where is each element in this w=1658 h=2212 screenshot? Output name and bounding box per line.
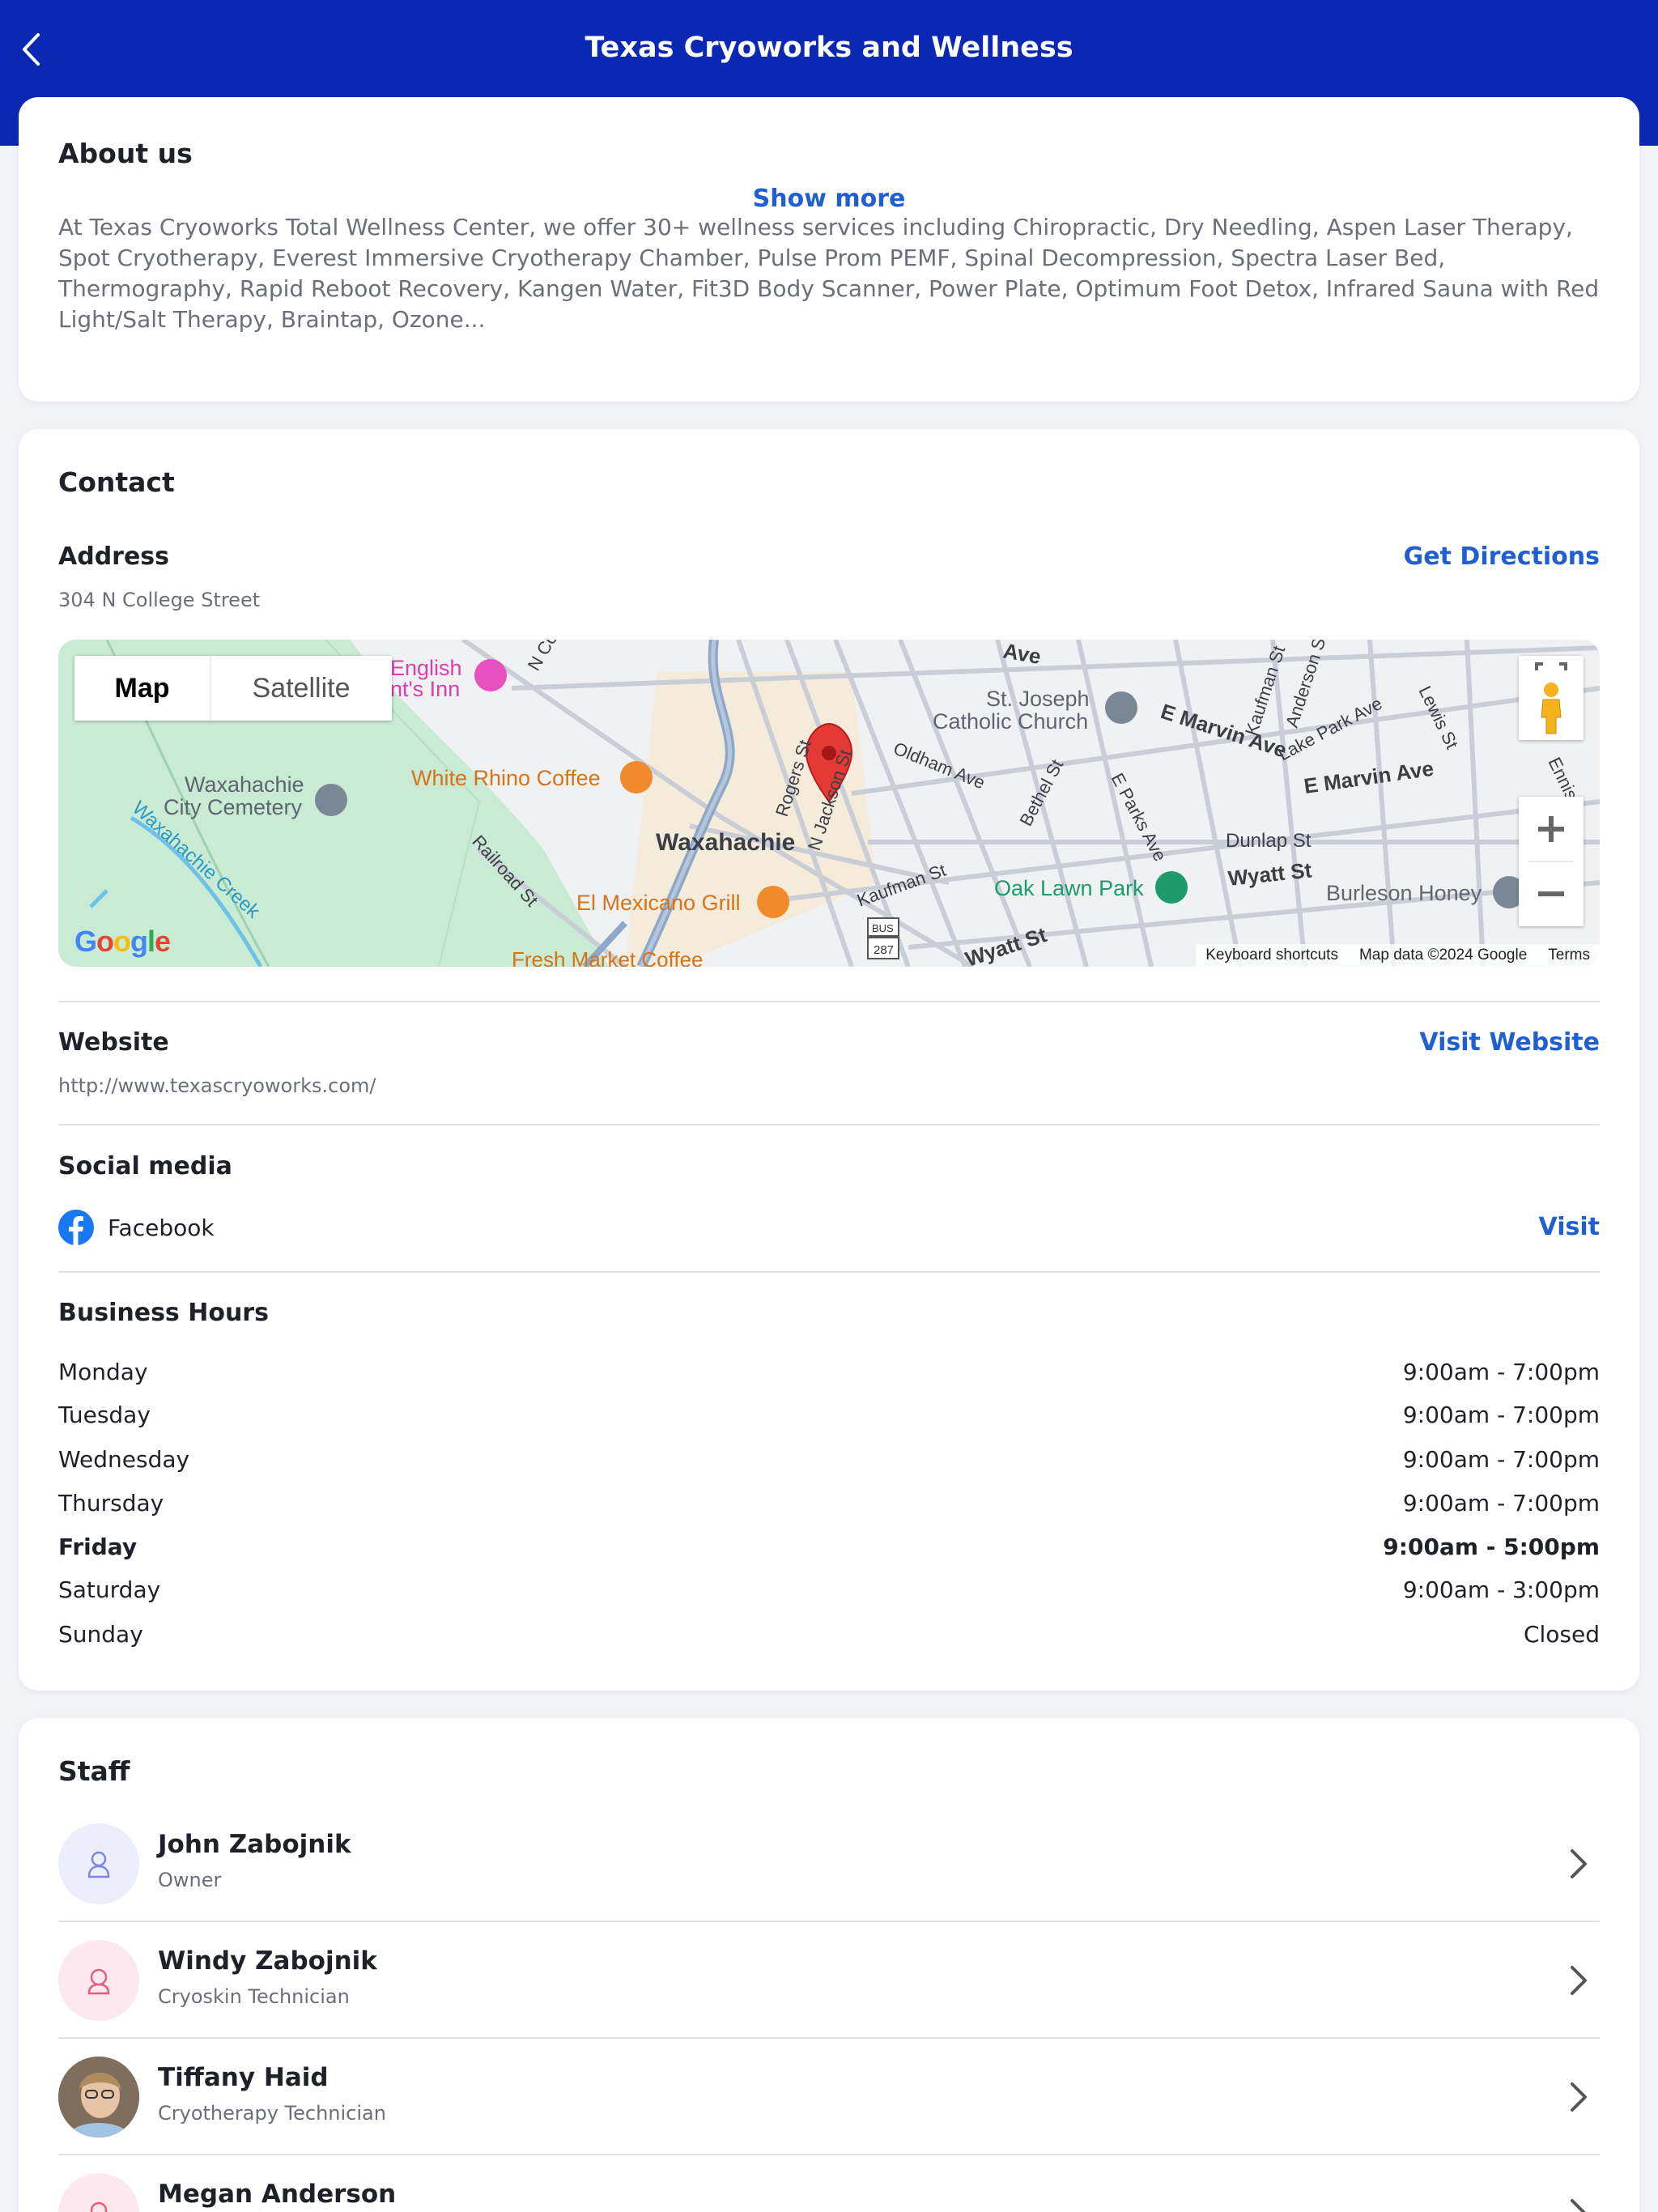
map-type-control: Map Satellite (74, 656, 392, 721)
person-icon (87, 1851, 110, 1878)
staff-role: Cryotherapy Technician (158, 2102, 386, 2125)
pegman-icon[interactable] (1541, 683, 1562, 734)
terms-link[interactable]: Terms (1548, 946, 1590, 964)
divider (58, 1001, 1600, 1002)
map-label-waxahachie: Waxahachie (656, 829, 795, 856)
staff-name: Tiffany Haid (158, 2063, 329, 2092)
person-female-icon (90, 2201, 108, 2212)
map-zoom-control (1519, 797, 1584, 926)
map-label-dunlap: Dunlap St (1226, 830, 1312, 852)
hours-row-friday: Friday 9:00am - 5:00pm (58, 1534, 1600, 1560)
facebook-label: Facebook (108, 1214, 215, 1241)
hours-day: Wednesday (58, 1446, 190, 1473)
map-type-satellite-button[interactable]: Satellite (210, 656, 392, 721)
staff-name: Windy Zabojnik (158, 1946, 377, 1976)
avatar (58, 1940, 139, 2021)
social-media-label: Social media (58, 1152, 232, 1180)
visit-website-link[interactable]: Visit Website (1419, 1028, 1600, 1057)
map-label-route: 287 (874, 943, 894, 957)
page-title: Texas Cryoworks and Wellness (585, 32, 1073, 64)
hours-day: Sunday (58, 1621, 143, 1648)
contact-title: Contact (58, 466, 175, 498)
facebook-icon (58, 1210, 94, 1245)
hours-time: 9:00am - 3:00pm (1402, 1576, 1600, 1603)
about-title: About us (58, 138, 193, 169)
hours-time: 9:00am - 7:00pm (1402, 1402, 1600, 1428)
fullscreen-icon[interactable] (1535, 662, 1567, 670)
show-more-link[interactable]: Show more (19, 185, 1639, 213)
map-label-st-joseph: St. Joseph (986, 687, 1090, 711)
avatar-photo (58, 2057, 139, 2138)
map-label-fresh-market: Fresh Market Coffee (512, 947, 704, 967)
address-label: Address (58, 542, 170, 571)
zoom-in-icon[interactable] (1519, 797, 1584, 861)
google-logo: Google (74, 925, 171, 958)
map-label-cemetery: Waxahachie (185, 772, 304, 797)
staff-item[interactable]: John Zabojnik Owner (58, 1823, 1600, 1940)
staff-name: Megan Anderson (158, 2180, 397, 2209)
hours-time: 9:00am - 7:00pm (1402, 1446, 1600, 1473)
get-directions-link[interactable]: Get Directions (1404, 542, 1600, 571)
hours-time: 9:00am - 7:00pm (1402, 1490, 1600, 1516)
person-female-icon (87, 1968, 110, 1995)
map-label-english-2: nt's Inn (390, 677, 460, 701)
hours-day: Monday (58, 1359, 148, 1385)
staff-item[interactable]: Tiffany Haid Cryotherapy Technician (58, 2057, 1600, 2173)
hours-row-monday: Monday 9:00am - 7:00pm (58, 1359, 1600, 1385)
avatar (58, 2173, 139, 2212)
map-label-cemetery-2: City Cemetery (164, 795, 303, 819)
avatar (58, 1823, 139, 1904)
address-text: 304 N College Street (58, 589, 261, 611)
about-description: At Texas Cryoworks Total Wellness Center… (58, 214, 1600, 333)
staff-card: Staff John Zabojnik Owner Windy Zabojnik… (19, 1718, 1639, 2212)
staff-item[interactable]: Windy Zabojnik Cryoskin Technician (58, 1940, 1600, 2057)
chevron-right-icon (1571, 1849, 1587, 1878)
hours-row-thursday: Thursday 9:00am - 7:00pm (58, 1490, 1600, 1516)
hours-day: Tuesday (58, 1402, 151, 1428)
map-view[interactable]: English nt's Inn White Rhino Coffee El M… (58, 640, 1600, 967)
keyboard-shortcuts-link[interactable]: Keyboard shortcuts (1205, 946, 1338, 964)
staff-item[interactable]: Megan Anderson (58, 2173, 1600, 2212)
staff-role: Owner (158, 1869, 222, 1891)
hours-row-sunday: Sunday Closed (58, 1621, 1600, 1648)
website-url: http://www.texascryoworks.com/ (58, 1074, 376, 1097)
chevron-right-icon (1571, 1966, 1587, 1995)
map-label-bus: BUS (872, 922, 894, 934)
visit-facebook-link[interactable]: Visit (1539, 1213, 1600, 1241)
divider (58, 1921, 1600, 1922)
contact-card: Contact Address Get Directions 304 N Col… (19, 429, 1639, 1691)
map-label-st-joseph-2: Catholic Church (933, 709, 1088, 734)
map-type-map-button[interactable]: Map (74, 656, 210, 721)
website-label: Website (58, 1028, 169, 1057)
business-hours-label: Business Hours (58, 1299, 269, 1327)
staff-role: Cryoskin Technician (158, 1985, 350, 2008)
divider (58, 2154, 1600, 2155)
divider (58, 1124, 1600, 1125)
about-card: About us At Texas Cryoworks Total Wellne… (19, 97, 1639, 402)
map-data-text: Map data ©2024 Google (1358, 946, 1528, 963)
hours-day: Thursday (58, 1490, 164, 1516)
divider (58, 1271, 1600, 1273)
hours-time: 9:00am - 7:00pm (1402, 1359, 1600, 1385)
map-fullscreen-pegman (1519, 656, 1584, 740)
divider (58, 2037, 1600, 2039)
hours-day: Friday (58, 1534, 138, 1560)
hours-time: 9:00am - 5:00pm (1383, 1534, 1600, 1560)
map-label-el-mexicano: El Mexicano Grill (576, 891, 741, 915)
hours-row-tuesday: Tuesday 9:00am - 7:00pm (58, 1402, 1600, 1428)
staff-name: John Zabojnik (158, 1830, 351, 1859)
map-label-white-rhino: White Rhino Coffee (411, 766, 601, 790)
staff-title: Staff (58, 1755, 130, 1787)
chevron-right-icon (1571, 2082, 1587, 2112)
hours-row-saturday: Saturday 9:00am - 3:00pm (58, 1576, 1600, 1603)
hours-day: Saturday (58, 1576, 161, 1603)
hours-time: Closed (1523, 1621, 1600, 1648)
hours-row-wednesday: Wednesday 9:00am - 7:00pm (58, 1446, 1600, 1473)
map-label-oak-lawn: Oak Lawn Park (994, 876, 1144, 900)
chevron-right-icon (1571, 2199, 1586, 2212)
map-label-burleson: Burleson Honey (1326, 881, 1482, 905)
map-attribution: Keyboard shortcuts Map data ©2024 Google… (1196, 944, 1600, 967)
